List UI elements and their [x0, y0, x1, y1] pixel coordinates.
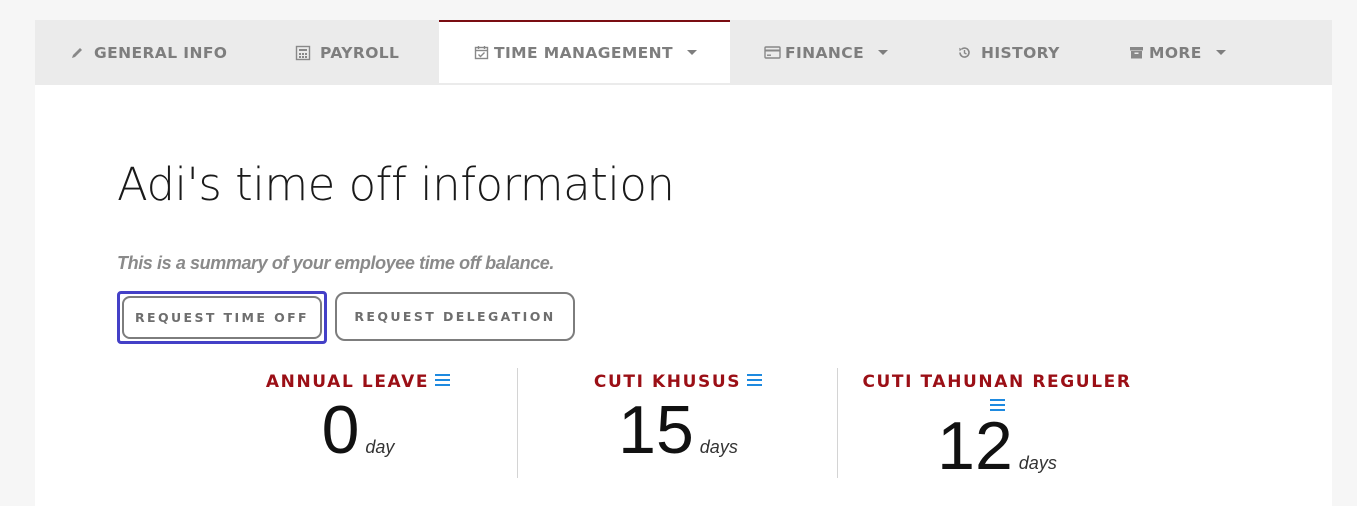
- tab-label: HISTORY: [981, 43, 1060, 62]
- chevron-down-icon: [1215, 50, 1226, 55]
- balance-unit: day: [365, 437, 395, 457]
- tab-history[interactable]: HISTORY: [955, 20, 1060, 85]
- tab-time-management[interactable]: TIME MANAGEMENT: [439, 20, 730, 83]
- tab-general-info[interactable]: GENERAL INFO: [68, 20, 227, 85]
- column-divider: [517, 368, 518, 478]
- request-delegation-button[interactable]: REQUEST DELEGATION: [335, 292, 575, 341]
- tab-label: GENERAL INFO: [94, 43, 228, 62]
- balance-annual-leave: ANNUAL LEAVE 0 day: [238, 368, 478, 464]
- tab-label: TIME MANAGEMENT: [494, 43, 674, 62]
- balance-value: 15 days: [558, 396, 798, 464]
- tab-label: PAYROLL: [320, 43, 400, 62]
- pencil-icon: [68, 44, 86, 62]
- page-subtitle: This is a summary of your employee time …: [117, 253, 555, 273]
- chevron-down-icon: [878, 50, 889, 55]
- menu-icon[interactable]: [435, 374, 451, 387]
- button-label: REQUEST DELEGATION: [354, 309, 556, 324]
- balance-value: 0 day: [238, 396, 478, 464]
- balance-label-text: CUTI TAHUNAN REGULER: [862, 372, 1132, 392]
- balance-unit: days: [699, 437, 738, 457]
- calendar-check-icon: [472, 44, 490, 62]
- menu-icon[interactable]: [989, 398, 1005, 412]
- balance-number: 15: [618, 392, 694, 468]
- tab-label: MORE: [1149, 43, 1202, 62]
- calculator-icon: [294, 44, 312, 62]
- page-title: Adi's time off information: [117, 158, 675, 211]
- balance-cuti-khusus: CUTI KHUSUS 15 days: [558, 368, 798, 464]
- balance-number: 12: [937, 408, 1013, 484]
- tab-payroll[interactable]: PAYROLL: [294, 20, 399, 85]
- tab-more[interactable]: MORE: [1127, 20, 1226, 85]
- balance-label-text: CUTI KHUSUS: [593, 372, 742, 392]
- balance-value: 12 days: [850, 412, 1144, 480]
- balance-number: 0: [321, 392, 360, 468]
- tab-label: FINANCE: [785, 43, 865, 62]
- tab-finance[interactable]: FINANCE: [763, 20, 889, 85]
- balance-unit: days: [1018, 453, 1057, 473]
- balance-label: CUTI TAHUNAN REGULER: [850, 368, 1144, 396]
- archive-icon: [1127, 44, 1145, 62]
- history-icon: [955, 44, 973, 62]
- chevron-down-icon: [687, 50, 698, 55]
- credit-card-icon: [763, 44, 781, 62]
- menu-icon[interactable]: [747, 374, 763, 387]
- balance-label-text: ANNUAL LEAVE: [265, 372, 430, 392]
- button-label: REQUEST TIME OFF: [135, 310, 309, 325]
- column-divider: [837, 368, 838, 478]
- main-tab-bar: GENERAL INFO PAYROLL TIME MANAGEMENT FIN…: [35, 20, 1332, 85]
- request-time-off-button[interactable]: REQUEST TIME OFF: [117, 291, 327, 344]
- balance-cuti-tahunan-reguler: CUTI TAHUNAN REGULER 12 days: [850, 368, 1144, 480]
